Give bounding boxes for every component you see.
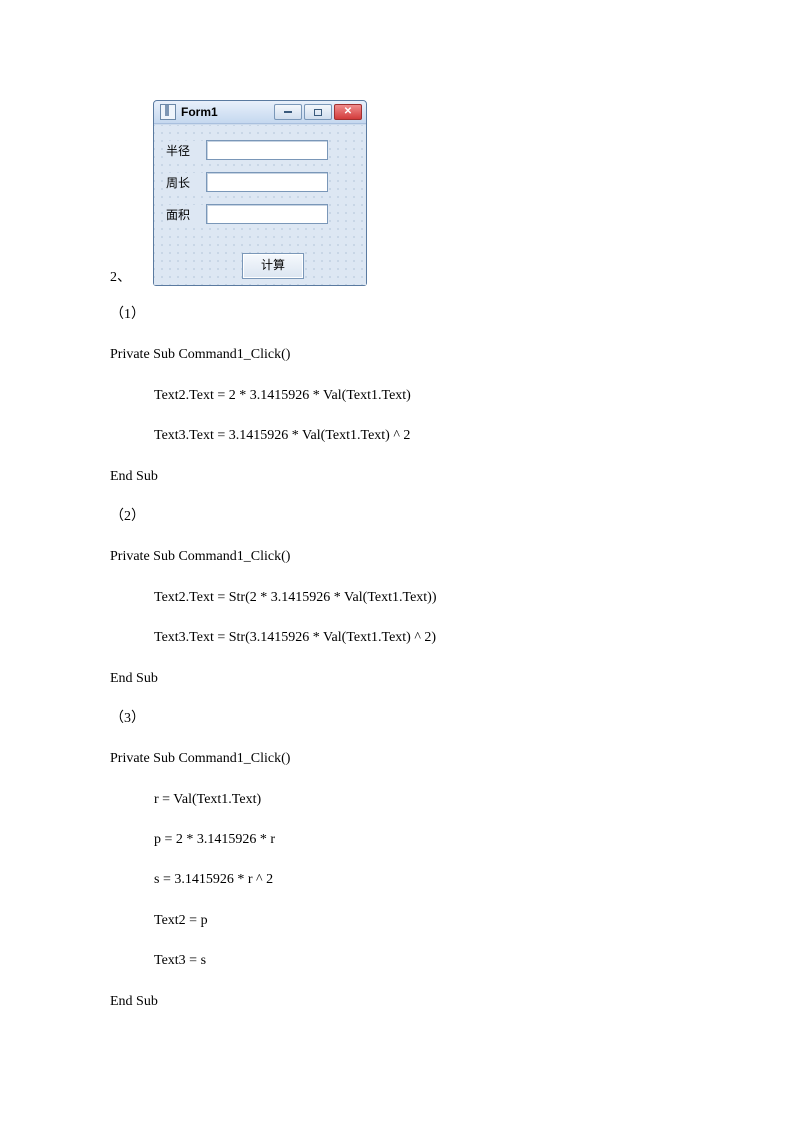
text3-input[interactable] (206, 204, 328, 224)
titlebar: Form1 ✕ (154, 101, 366, 124)
s3-line4: s = 3.1415926 * r ^ 2 (110, 869, 690, 891)
s2-line4: End Sub (110, 668, 690, 690)
text2-input[interactable] (206, 172, 328, 192)
s3-line2: r = Val(Text1.Text) (110, 789, 690, 811)
s1-line4: End Sub (110, 466, 690, 488)
s1-line2: Text2.Text = 2 * 3.1415926 * Val(Text1.T… (110, 385, 690, 407)
calculate-button[interactable]: 计算 (242, 253, 304, 279)
s3-line6: Text3 = s (110, 950, 690, 972)
maximize-icon[interactable] (304, 104, 332, 120)
s3-line1: Private Sub Command1_Click() (110, 748, 690, 770)
s3-line5: Text2 = p (110, 910, 690, 932)
line-item-2: 2、 Form1 ✕ 半径 周长 (110, 100, 690, 286)
s1-line3: Text3.Text = 3.1415926 * Val(Text1.Text)… (110, 425, 690, 447)
row-area: 面积 (164, 203, 328, 225)
label-area: 面积 (164, 205, 206, 224)
form-client-area: 半径 周长 面积 计算 (154, 124, 366, 285)
label-radius: 半径 (164, 141, 206, 160)
document-page: 2、 Form1 ✕ 半径 周长 (0, 0, 800, 1091)
s2-line2: Text2.Text = Str(2 * 3.1415926 * Val(Tex… (110, 587, 690, 609)
row-perimeter: 周长 (164, 171, 328, 193)
close-icon[interactable]: ✕ (334, 104, 362, 120)
vb-form-window: Form1 ✕ 半径 周长 面积 (153, 100, 367, 286)
row-radius: 半径 (164, 139, 328, 161)
window-title: Form1 (181, 105, 274, 119)
section-2-num: （2） (110, 506, 690, 528)
s2-line1: Private Sub Command1_Click() (110, 546, 690, 568)
s3-line3: p = 2 * 3.1415926 * r (110, 829, 690, 851)
text1-input[interactable] (206, 140, 328, 160)
label-perimeter: 周长 (164, 173, 206, 192)
item-number-2: 2、 (110, 266, 131, 286)
section-3-num: （3） (110, 708, 690, 730)
window-buttons: ✕ (274, 104, 362, 120)
form-icon (160, 104, 176, 120)
s3-line7: End Sub (110, 991, 690, 1013)
s1-line1: Private Sub Command1_Click() (110, 344, 690, 366)
minimize-icon[interactable] (274, 104, 302, 120)
section-1-num: （1） (110, 304, 690, 326)
s2-line3: Text3.Text = Str(3.1415926 * Val(Text1.T… (110, 627, 690, 649)
